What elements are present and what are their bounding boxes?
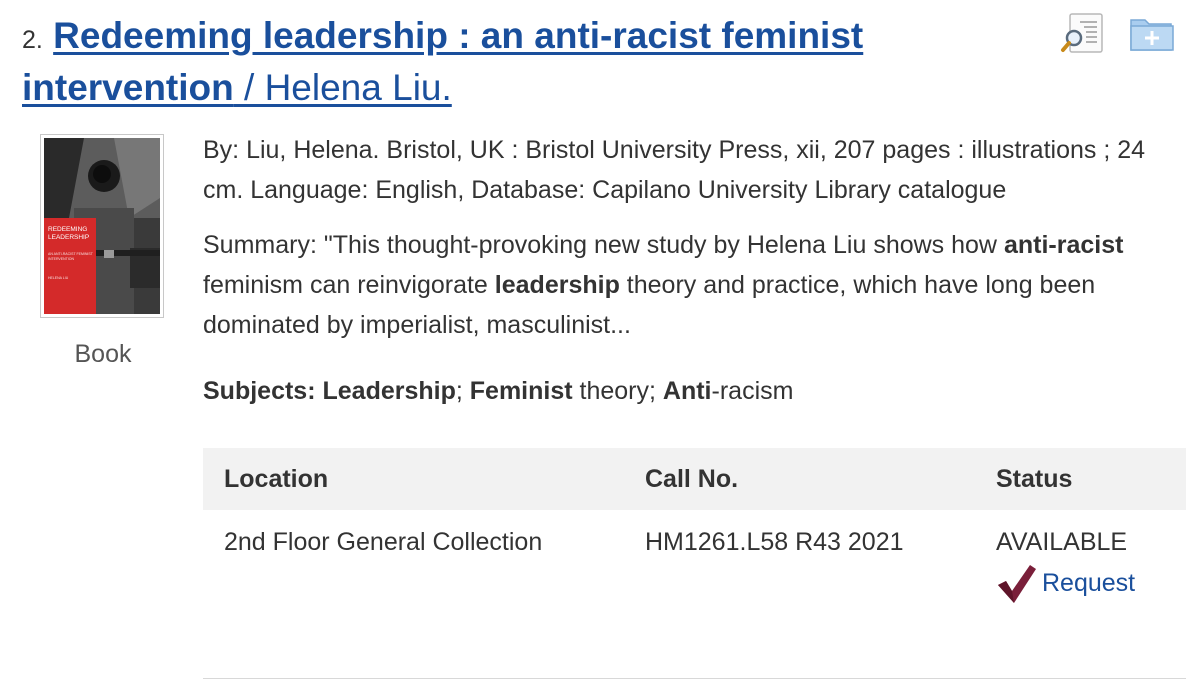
- request-label: Request: [1042, 568, 1136, 597]
- header-location: Location: [203, 448, 624, 510]
- format-label: Book: [74, 340, 132, 368]
- cover-subtitle: AN ANTI-RACIST FEMINIST INTERVENTION: [48, 252, 93, 261]
- holdings-header-row: Location Call No. Status: [203, 448, 1186, 510]
- result-number: 2.: [22, 26, 43, 54]
- result-title-line: 2. Redeeming leadership : an anti-racist…: [22, 12, 1032, 112]
- summary: Summary: "This thought-provoking new stu…: [203, 225, 1188, 345]
- summary-highlight-leadership: leadership: [494, 271, 620, 299]
- cell-status: AVAILABLE Request: [975, 510, 1186, 679]
- summary-text-prefix: Summary: "This thought-provoking new stu…: [203, 231, 1004, 259]
- cover-title-line2: LEADERSHIP: [48, 234, 90, 241]
- subject-separator: ;: [649, 377, 663, 405]
- result-title-responsibility: / Helena Liu.: [233, 67, 452, 108]
- subject-anti-bold: Anti: [662, 377, 712, 405]
- search-result-item: 2. Redeeming leadership : an anti-racist…: [0, 0, 1190, 679]
- header-status: Status: [975, 448, 1186, 510]
- table-row: 2nd Floor General Collection HM1261.L58 …: [203, 510, 1186, 679]
- status-badge: AVAILABLE: [996, 528, 1128, 556]
- subject-anti-rest: -racism: [711, 377, 794, 405]
- holdings-table: Location Call No. Status 2nd Floor Gener…: [203, 448, 1186, 679]
- subjects-label: Subjects:: [203, 377, 323, 405]
- cover-title-line1: REDEEMING: [48, 226, 88, 233]
- result-title-link[interactable]: Redeeming leadership : an anti-racist fe…: [22, 15, 863, 108]
- subject-feminist-theory[interactable]: Feminist theory: [470, 377, 649, 405]
- summary-text-mid: feminism can reinvigorate: [203, 271, 495, 299]
- subject-leadership[interactable]: Leadership: [322, 377, 455, 405]
- add-to-folder-icon[interactable]: [1129, 12, 1175, 54]
- record-details: By: Liu, Helena. Bristol, UK : Bristol U…: [203, 130, 1188, 411]
- cover-author: HELENA LIU: [48, 276, 69, 280]
- cover-text: REDEEMING LEADERSHIP AN ANTI-RACIST FEMI…: [44, 226, 96, 281]
- subject-separator: ;: [455, 377, 470, 405]
- subject-feminist-bold: Feminist: [469, 377, 573, 405]
- subject-anti-racism[interactable]: Anti-racism: [663, 377, 794, 405]
- by-line: By: Liu, Helena. Bristol, UK : Bristol U…: [203, 136, 1146, 204]
- summary-highlight-anti-racist: anti-racist: [1003, 231, 1124, 259]
- checkmark-icon: [998, 565, 1036, 603]
- cell-location: 2nd Floor General Collection: [203, 510, 624, 679]
- request-button[interactable]: Request: [996, 561, 1135, 605]
- preview-icon[interactable]: [1060, 12, 1106, 54]
- subject-feminist-rest: theory: [572, 377, 650, 405]
- cell-call-no: HM1261.L58 R43 2021: [624, 510, 975, 679]
- book-cover-image[interactable]: REDEEMING LEADERSHIP AN ANTI-RACIST FEMI…: [40, 134, 164, 318]
- header-call-no: Call No.: [624, 448, 975, 510]
- subjects: Subjects: Leadership; Feminist theory; A…: [203, 371, 1188, 411]
